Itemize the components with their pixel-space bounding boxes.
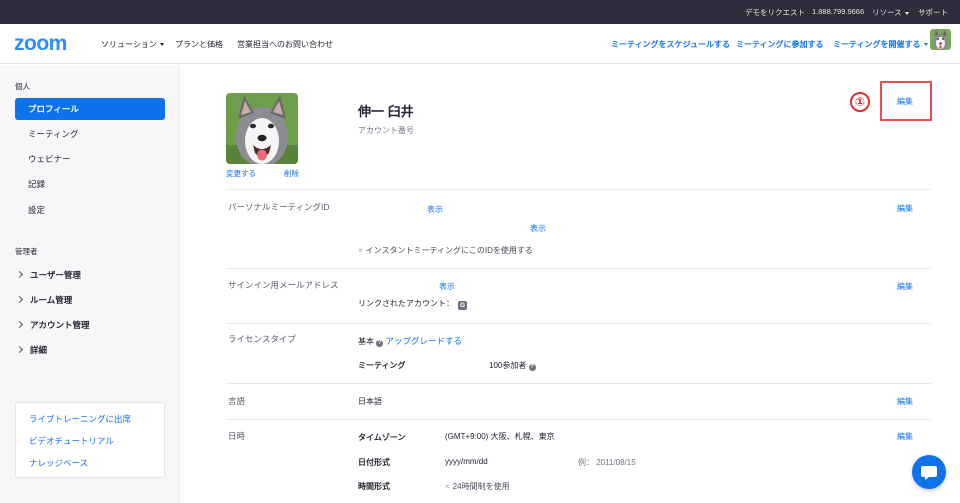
meeting-capacity-value: 100参加者 ? (489, 360, 536, 371)
help-links-box: ライブトレーニングに出席 ビデオチュートリアル ナレッジベース (15, 402, 165, 478)
instant-meeting-label: インスタントミーティングにこのIDを使用する (365, 246, 533, 255)
chevron-right-icon (15, 270, 24, 279)
signin-email-label: サインイン用メールアドレス (228, 280, 339, 290)
timezone-value: (GMT+9:00) 大阪、札幌、東京 (445, 432, 555, 441)
date-format-value: yyyy/mm/dd (445, 457, 488, 466)
sidebar-item-profile[interactable]: プロフィール (15, 98, 165, 120)
live-training-link[interactable]: ライブトレーニングに出席 (29, 413, 131, 425)
divider (226, 419, 931, 420)
phone-number[interactable]: 1.888.799.9666 (812, 7, 864, 16)
sidebar-item-label: ルーム管理 (30, 295, 73, 305)
edit-pmi-button[interactable]: 編集 (897, 203, 913, 214)
sidebar-item-account-management[interactable]: アカウント管理 (15, 317, 90, 333)
upgrade-link[interactable]: アップグレードする (385, 336, 462, 346)
change-photo-link[interactable]: 変更する (226, 168, 256, 179)
chat-button[interactable] (912, 455, 946, 489)
knowledge-base-link[interactable]: ナレッジベース (29, 457, 88, 469)
show-email-link[interactable]: 表示 (439, 281, 455, 292)
edit-language-button[interactable]: 編集 (897, 396, 913, 407)
time-format-value: 24時間制を使用 (452, 482, 510, 491)
sidebar-item-label: アカウント管理 (30, 320, 90, 330)
show-pmi-link-2[interactable]: 表示 (530, 223, 546, 234)
schedule-meeting-link[interactable]: ミーティングをスケジュールする (611, 39, 730, 50)
x-icon: × (445, 482, 450, 491)
account-number-label: アカウント番号 (358, 126, 414, 135)
host-meeting-label: ミーティングを開催する (833, 40, 921, 49)
sidebar: 個人 プロフィール ミーティング ウェビナー 記録 設定 管理者 ユーザー管理 … (0, 65, 180, 503)
linked-accounts: リンクされたアカウント： G (358, 298, 467, 310)
zoom-logo[interactable]: zoom (14, 32, 67, 56)
sidebar-item-settings[interactable]: 設定 (15, 199, 165, 221)
datetime-label: 日時 (228, 431, 246, 441)
divider (226, 268, 931, 269)
show-pmi-link[interactable]: 表示 (427, 204, 443, 215)
date-format-label: 日付形式 (358, 458, 390, 467)
sidebar-item-recordings[interactable]: 記録 (15, 173, 165, 195)
chevron-right-icon (15, 320, 24, 329)
edit-profile-button[interactable]: 編集 (897, 96, 913, 107)
edit-datetime-button[interactable]: 編集 (897, 431, 913, 442)
annotation-number: ① (850, 92, 870, 112)
meeting-capacity-label: ミーティング (358, 361, 406, 370)
sidebar-item-user-management[interactable]: ユーザー管理 (15, 267, 81, 283)
chevron-down-icon (904, 11, 909, 15)
host-meeting-menu[interactable]: ミーティングを開催する (833, 39, 928, 50)
license-basic-label: 基本 (358, 337, 374, 346)
husky-photo-icon (226, 93, 298, 164)
divider (226, 383, 931, 384)
user-name: 伸一 臼井 (358, 104, 414, 119)
language-label: 言語 (228, 396, 246, 406)
linked-accounts-label: リンクされたアカウント： (358, 299, 454, 308)
divider (226, 323, 931, 324)
sidebar-item-advanced[interactable]: 詳細 (15, 342, 47, 358)
divider (226, 189, 931, 190)
top-utility-bar: デモをリクエスト 1.888.799.9666 リソース サポート (0, 0, 960, 24)
personal-heading: 個人 (15, 82, 30, 91)
solutions-menu[interactable]: ソリューション (101, 39, 164, 50)
plans-link[interactable]: プランと価格 (175, 39, 223, 50)
participants-label: 100参加者 (489, 361, 527, 370)
date-format-example: 例： 2011/08/15 (578, 458, 636, 467)
user-avatar[interactable] (930, 29, 951, 50)
time-format-option[interactable]: × 24時間制を使用 (445, 481, 510, 492)
video-tutorials-link[interactable]: ビデオチュートリアル (29, 435, 114, 447)
chat-bubble-icon (921, 466, 937, 480)
chevron-down-icon (159, 43, 164, 47)
delete-photo-link[interactable]: 削除 (284, 168, 299, 179)
support-link[interactable]: サポート (918, 7, 948, 18)
language-value: 日本語 (358, 397, 382, 406)
admin-heading: 管理者 (15, 247, 38, 256)
chevron-down-icon (923, 43, 928, 47)
sidebar-item-label: 詳細 (30, 345, 48, 355)
main-nav: zoom ソリューション プランと価格 営業担当へのお問い合わせ ミーティングを… (0, 24, 960, 64)
sidebar-item-meetings[interactable]: ミーティング (15, 123, 165, 145)
profile-picture (226, 93, 298, 164)
instant-meeting-option[interactable]: × インスタントミーティングにこのIDを使用する (358, 245, 533, 256)
pmi-label: パーソナルミーティングID (228, 202, 330, 212)
timezone-label: タイムゾーン (358, 433, 406, 442)
sidebar-item-room-management[interactable]: ルーム管理 (15, 292, 72, 308)
help-icon[interactable]: ? (528, 364, 536, 371)
profile-content: 変更する 削除 伸一 臼井 アカウント番号 ① 編集 パーソナルミーティングID… (181, 65, 960, 503)
google-icon: G (458, 301, 467, 310)
husky-avatar-icon (930, 29, 951, 50)
edit-email-button[interactable]: 編集 (897, 281, 913, 292)
chevron-right-icon (15, 295, 24, 304)
chevron-right-icon (15, 345, 24, 354)
license-basic: 基本 ? アップグレードする (358, 335, 462, 347)
resources-menu[interactable]: リソース (872, 7, 909, 18)
sidebar-item-label: ユーザー管理 (30, 270, 81, 280)
contact-sales-link[interactable]: 営業担当へのお問い合わせ (237, 39, 333, 50)
help-icon[interactable]: ? (376, 340, 384, 347)
request-demo-link[interactable]: デモをリクエスト (745, 7, 805, 18)
resources-label: リソース (872, 8, 902, 17)
sidebar-item-webinars[interactable]: ウェビナー (15, 148, 165, 170)
license-type-label: ライセンスタイプ (228, 334, 296, 344)
join-meeting-link[interactable]: ミーティングに参加する (736, 39, 824, 50)
time-format-label: 時間形式 (358, 482, 390, 491)
solutions-label: ソリューション (101, 40, 157, 49)
x-icon: × (358, 246, 363, 255)
